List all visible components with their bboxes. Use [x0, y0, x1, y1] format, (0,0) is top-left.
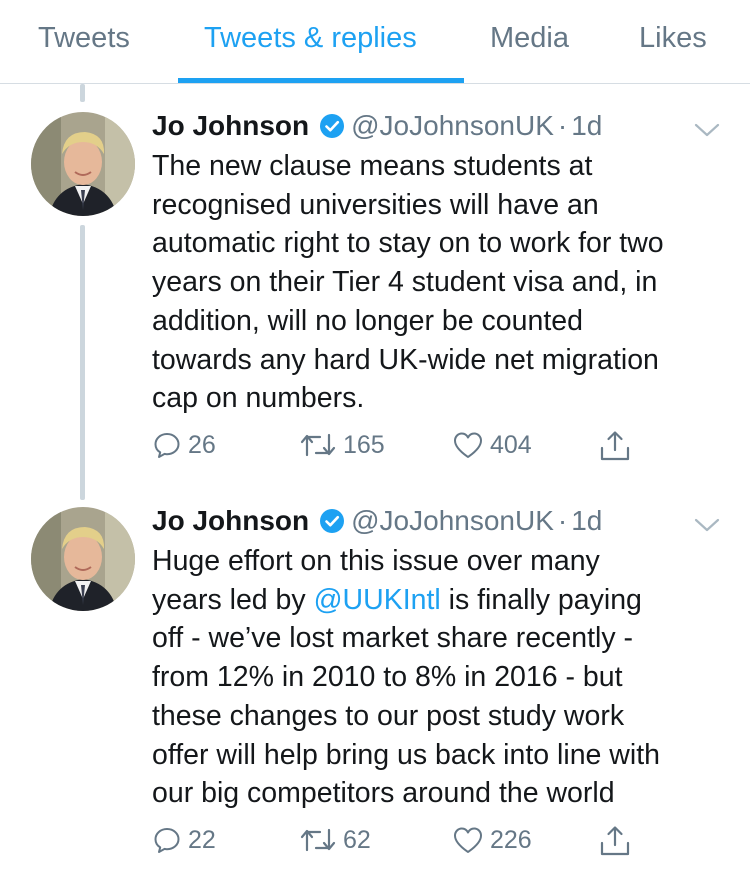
author-name[interactable]: Jo Johnson: [152, 505, 309, 536]
tweet-text-line: recognised universities will have an: [152, 188, 599, 221]
reply-count: 22: [188, 825, 216, 854]
tweet-text-fragment: years led by: [152, 583, 314, 616]
reply-count: 26: [188, 430, 216, 459]
tweet-timestamp[interactable]: 1d: [571, 505, 602, 536]
tab-media[interactable]: Media: [490, 22, 569, 55]
like-button[interactable]: 226: [452, 825, 532, 855]
share-button[interactable]: [598, 825, 632, 857]
share-button[interactable]: [598, 430, 632, 462]
tweet-text-line: offer will help bring us back into line …: [152, 738, 660, 771]
verified-badge-icon: [319, 113, 345, 144]
like-count: 226: [490, 825, 532, 854]
tweet-text-line: cap on numbers.: [152, 382, 365, 415]
tweet-text: The new clause means students at recogni…: [152, 147, 727, 418]
retweet-icon: [299, 430, 337, 460]
profile-tabs: Tweets Tweets & replies Media Likes: [0, 0, 750, 84]
reply-icon: [152, 430, 182, 460]
retweet-button[interactable]: 62: [299, 825, 371, 855]
tweet-text-line: from 12% in 2010 to 8% in 2016 - but: [152, 661, 623, 694]
mention-link[interactable]: @UUKIntl: [314, 584, 441, 616]
author-name[interactable]: Jo Johnson: [152, 110, 309, 141]
tweet-text-line: automatic right to stay on to work for t…: [152, 227, 664, 260]
tweet-text-line: The new clause means students at: [152, 150, 593, 182]
chevron-down-icon[interactable]: [693, 122, 721, 143]
author-handle[interactable]: @JoJohnsonUK: [351, 505, 554, 536]
active-tab-indicator: [178, 78, 464, 83]
tweet-text-line: towards any hard UK-wide net migration: [152, 343, 659, 376]
tweet-timestamp[interactable]: 1d: [571, 110, 602, 141]
avatar[interactable]: [31, 507, 135, 611]
reply-button[interactable]: 26: [152, 430, 216, 460]
tweet-text: Huge effort on this issue over many year…: [152, 542, 727, 813]
like-count: 404: [490, 430, 532, 459]
tweet-actions: 22 62 226: [152, 825, 672, 865]
tweet-text-line: these changes to our post study work: [152, 699, 625, 732]
tab-tweets[interactable]: Tweets: [38, 22, 130, 55]
share-icon: [598, 430, 632, 462]
tweet-text-line: off - we’ve lost market share recently -: [152, 622, 633, 655]
chevron-down-icon[interactable]: [693, 517, 721, 538]
tweet-text-line: years led by @UUKIntl is finally paying: [152, 581, 727, 620]
tweet[interactable]: Jo Johnson @JoJohnsonUK · 1d Huge effort on…: [0, 505, 750, 877]
reply-button[interactable]: 22: [152, 825, 216, 855]
tweet[interactable]: Jo Johnson @JoJohnsonUK · 1d The new clause…: [0, 110, 750, 480]
reply-icon: [152, 825, 182, 855]
verified-badge-icon: [319, 508, 345, 539]
retweet-icon: [299, 825, 337, 855]
tweet-actions: 26 165 404: [152, 430, 672, 470]
retweet-button[interactable]: 165: [299, 430, 385, 460]
heart-icon: [452, 825, 484, 855]
tweet-header: Jo Johnson @JoJohnsonUK · 1d: [152, 110, 602, 150]
tweet-text-fragment: is finally paying: [440, 583, 642, 616]
tab-tweets-and-replies[interactable]: Tweets & replies: [204, 22, 417, 55]
heart-icon: [452, 430, 484, 460]
tab-likes[interactable]: Likes: [639, 22, 707, 55]
author-handle[interactable]: @JoJohnsonUK: [351, 110, 554, 141]
tweet-text-line: Huge effort on this issue over many: [152, 545, 600, 577]
retweet-count: 165: [343, 430, 385, 459]
tweet-text-line: our big competitors around the world: [152, 777, 615, 810]
tweet-header: Jo Johnson @JoJohnsonUK · 1d: [152, 505, 602, 545]
separator-dot: ·: [557, 110, 568, 141]
tweet-text-line: addition, will no longer be counted: [152, 304, 583, 337]
retweet-count: 62: [343, 825, 371, 854]
tweet-text-line: years on their Tier 4 student visa and, …: [152, 266, 658, 299]
thread-line-top: [80, 84, 85, 102]
separator-dot: ·: [557, 505, 568, 536]
share-icon: [598, 825, 632, 857]
avatar[interactable]: [31, 112, 135, 216]
like-button[interactable]: 404: [452, 430, 532, 460]
